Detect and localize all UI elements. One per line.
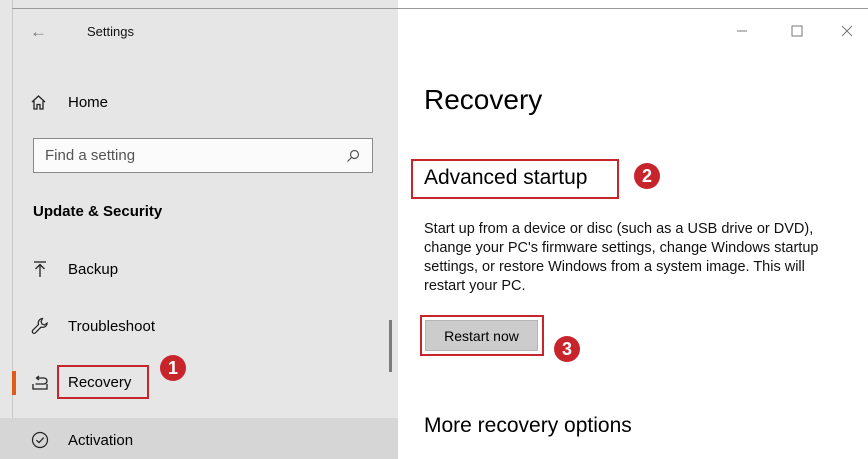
search-input[interactable]: Find a setting xyxy=(33,138,373,173)
restart-now-button[interactable]: Restart now xyxy=(425,320,538,351)
more-recovery-options-heading: More recovery options xyxy=(424,414,632,437)
step-badge-1: 1 xyxy=(160,355,186,381)
sidebar-item-label: Activation xyxy=(68,431,134,449)
search-icon[interactable] xyxy=(346,149,360,163)
app-title: Settings xyxy=(87,24,134,39)
wrench-icon xyxy=(31,317,49,335)
search-placeholder: Find a setting xyxy=(45,147,136,164)
sidebar-item-label: Backup xyxy=(68,260,119,278)
scrollbar-thumb[interactable] xyxy=(389,320,392,372)
sidebar-item-troubleshoot[interactable]: Troubleshoot xyxy=(0,304,398,348)
minimize-icon xyxy=(737,30,747,32)
backup-icon xyxy=(31,260,49,278)
close-button[interactable] xyxy=(836,20,858,42)
window-top-border xyxy=(12,8,868,9)
maximize-button[interactable] xyxy=(786,20,808,42)
highlight-recovery xyxy=(57,365,149,399)
advanced-startup-description: Start up from a device or disc (such as … xyxy=(424,221,819,294)
close-icon xyxy=(841,25,853,37)
nav-home[interactable]: Home xyxy=(30,90,108,114)
step-badge-2: 2 xyxy=(634,163,660,189)
sidebar-item-label: Troubleshoot xyxy=(68,317,155,335)
nav-home-label: Home xyxy=(68,93,109,111)
activation-check-icon xyxy=(31,431,49,449)
sidebar-item-activation[interactable]: Activation xyxy=(0,418,398,459)
back-arrow-icon[interactable]: ← xyxy=(30,22,47,42)
maximize-icon xyxy=(791,25,803,37)
page-title: Recovery xyxy=(424,84,543,115)
sidebar-item-backup[interactable]: Backup xyxy=(0,247,398,291)
home-icon xyxy=(31,94,46,110)
recovery-icon xyxy=(31,373,49,391)
minimize-button[interactable] xyxy=(731,20,753,42)
advanced-startup-heading: Advanced startup xyxy=(424,166,588,189)
section-header: Update & Security xyxy=(33,203,163,220)
step-badge-3: 3 xyxy=(554,336,580,362)
